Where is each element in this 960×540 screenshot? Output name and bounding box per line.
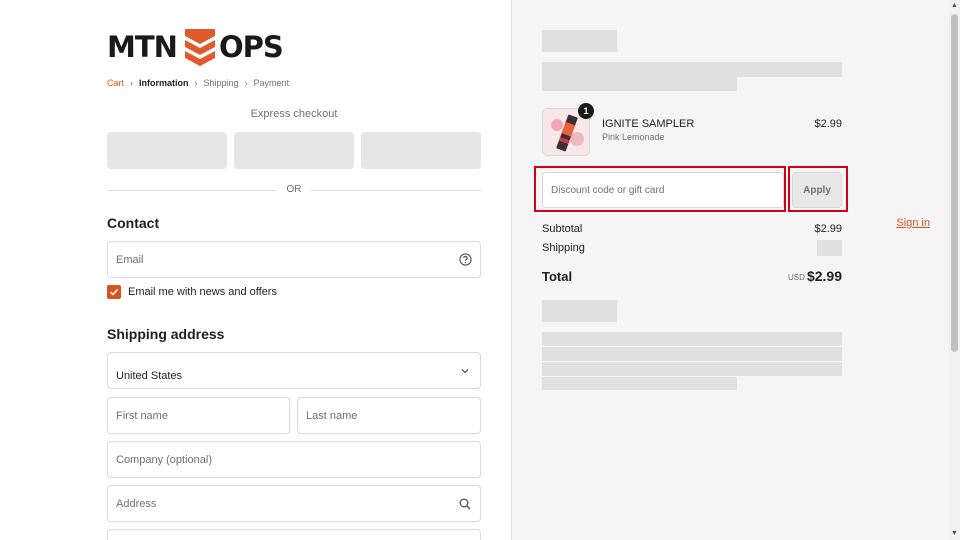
newsletter-checkbox[interactable] (107, 285, 121, 299)
product-name: IGNITE SAMPLER (602, 118, 695, 130)
last-name-field-wrapper (297, 397, 481, 434)
sign-in-link[interactable]: Sign in (896, 217, 930, 229)
apartment-field-wrapper (107, 529, 481, 540)
express-checkout-title: Express checkout (250, 108, 338, 120)
scroll-down-icon[interactable]: ▼ (951, 530, 958, 538)
search-icon (458, 497, 472, 511)
loading-placeholder (542, 30, 617, 52)
loading-placeholder (542, 77, 737, 91)
shipping-label: Shipping (542, 242, 585, 254)
country-select-value: United States (116, 370, 183, 382)
company-field-wrapper (107, 441, 481, 478)
loading-placeholder (542, 62, 842, 77)
breadcrumb-cart[interactable]: Cart (107, 78, 124, 88)
scroll-up-icon[interactable]: ▲ (951, 2, 958, 10)
loading-placeholder (542, 300, 617, 322)
chevron-right-icon: › (194, 78, 198, 88)
or-divider-label: OR (286, 184, 302, 195)
svg-text:MTN: MTN (107, 30, 177, 64)
total-value: $2.99 (806, 268, 842, 284)
subtotal-value: $2.99 (814, 223, 842, 235)
company-field[interactable] (108, 442, 480, 477)
shipping-address-heading: Shipping address (107, 326, 225, 342)
product-price: $2.99 (814, 118, 842, 130)
breadcrumb: Cart › Information › Shipping › Payment (107, 78, 295, 88)
svg-text:OPS: OPS (219, 30, 283, 64)
email-field[interactable] (108, 242, 480, 277)
chevron-right-icon: › (244, 78, 248, 88)
divider-left (107, 190, 277, 191)
country-select[interactable]: United States (107, 352, 481, 389)
logo-icon: MTN OPS (107, 29, 284, 66)
help-circle-icon[interactable] (458, 253, 472, 267)
email-field-wrapper (107, 241, 481, 278)
shipping-value-placeholder (817, 240, 842, 256)
last-name-field[interactable] (298, 398, 480, 433)
express-pay-button-2[interactable] (234, 132, 354, 169)
breadcrumb-payment: Payment (253, 78, 290, 88)
loading-placeholder (542, 377, 737, 390)
express-pay-button-1[interactable] (107, 132, 227, 169)
first-name-field-wrapper (107, 397, 290, 434)
loading-placeholder (542, 347, 842, 361)
page-scrollbar[interactable]: ▲ ▼ (949, 0, 960, 540)
express-pay-button-3[interactable] (361, 132, 481, 169)
checkmark-icon (109, 288, 119, 296)
apply-highlight-box (788, 166, 848, 212)
quantity-badge: 1 (578, 103, 594, 119)
discount-highlight-box (534, 166, 786, 212)
first-name-field[interactable] (108, 398, 289, 433)
contact-heading: Contact (107, 215, 160, 231)
newsletter-option[interactable]: Email me with news and offers (107, 285, 277, 299)
scrollbar-thumb[interactable] (951, 14, 958, 352)
total-currency: USD (788, 273, 805, 282)
breadcrumb-shipping: Shipping (203, 78, 239, 88)
newsletter-label: Email me with news and offers (128, 286, 277, 298)
loading-placeholder (542, 362, 842, 376)
loading-placeholder (542, 332, 842, 346)
address-field-wrapper (107, 485, 481, 522)
total-label: Total (542, 269, 573, 284)
divider-right (311, 190, 481, 191)
chevron-down-icon (458, 364, 472, 378)
subtotal-label: Subtotal (542, 223, 583, 235)
brand-logo[interactable]: MTN OPS (107, 26, 297, 66)
product-variant: Pink Lemonade (602, 132, 665, 142)
address-field[interactable] (108, 486, 480, 521)
chevron-right-icon: › (130, 78, 134, 88)
breadcrumb-information: Information (139, 78, 189, 88)
